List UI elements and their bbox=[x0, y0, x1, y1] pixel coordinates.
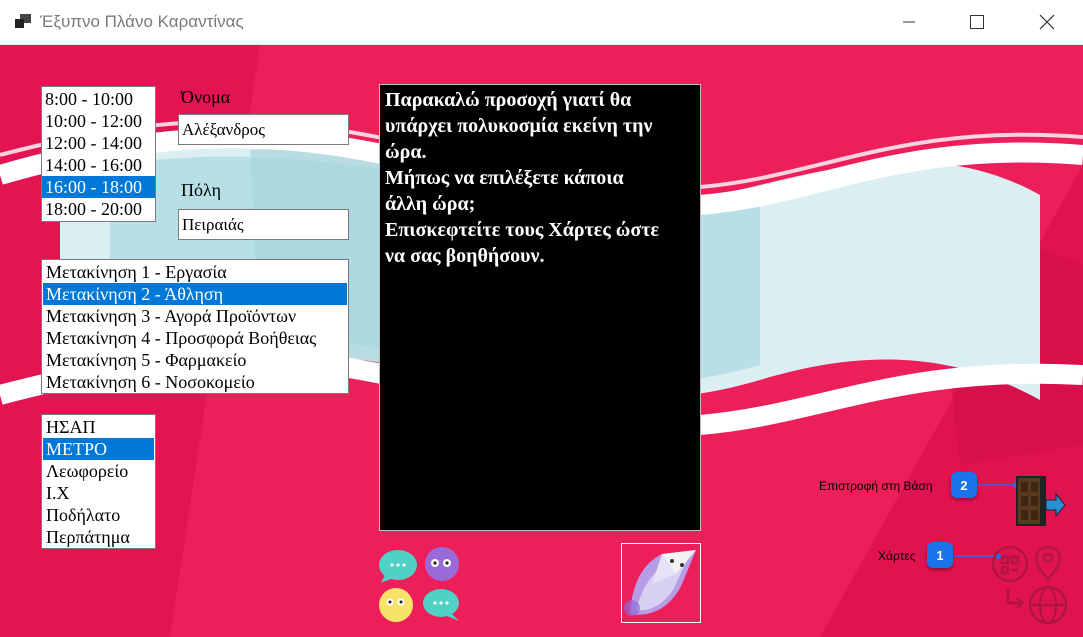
transport-item[interactable]: ΗΣΑΠ bbox=[43, 416, 154, 438]
movement-reason-item[interactable]: Μετακίνηση 5 - Φαρμακείο bbox=[43, 349, 347, 371]
movement-reason-item-selected[interactable]: Μετακίνηση 2 - Άθληση bbox=[43, 283, 347, 305]
message-line: να σας βοηθήσουν. bbox=[385, 245, 545, 267]
transport-item[interactable]: Λεωφορείο bbox=[43, 460, 154, 482]
movement-reason-item[interactable]: Μετακίνηση 4 - Προσφορά Βοήθειας bbox=[43, 327, 347, 349]
back-to-base-label: Επιστροφή στη Βάση bbox=[819, 479, 933, 493]
back-to-base-button[interactable] bbox=[976, 470, 1066, 530]
close-icon bbox=[1039, 14, 1055, 30]
message-line: Παρακαλώ προσοχή γιατί θα bbox=[385, 89, 632, 111]
maps-badge: 1 bbox=[927, 542, 953, 568]
transport-item[interactable]: Ποδήλατο bbox=[43, 504, 154, 526]
city-label: Πόλη bbox=[181, 180, 221, 200]
movement-reason-list[interactable]: Μετακίνηση 1 - Εργασία Μετακίνηση 2 - Άθ… bbox=[41, 259, 349, 394]
time-slot-list[interactable]: 8:00 - 10:00 10:00 - 12:00 12:00 - 14:00… bbox=[41, 86, 156, 222]
message-line: ώρα. bbox=[385, 141, 427, 163]
transport-item-selected[interactable]: ΜΕΤΡΟ bbox=[43, 438, 154, 460]
name-label: Όνομα bbox=[181, 87, 231, 107]
movement-reason-item[interactable]: Μετακίνηση 3 - Αγορά Προϊόντων bbox=[43, 305, 347, 327]
advice-message-panel: Παρακαλώ προσοχή γιατί θα υπάρχει πολυκο… bbox=[379, 84, 701, 531]
time-slot-item[interactable]: 10:00 - 12:00 bbox=[42, 110, 155, 132]
movement-reason-item[interactable]: Μετακίνηση 6 - Νοσοκομείο bbox=[43, 371, 347, 393]
paper-plane-icon bbox=[624, 550, 696, 616]
time-slot-item[interactable]: 18:00 - 20:00 bbox=[42, 198, 155, 220]
maximize-icon bbox=[970, 15, 984, 29]
map-location-icon bbox=[991, 545, 1068, 625]
paper-plane-picture bbox=[621, 543, 701, 623]
maps-label: Χάρτες bbox=[878, 549, 916, 563]
minimize-button[interactable] bbox=[886, 0, 932, 44]
transport-item[interactable]: Περπάτημα bbox=[43, 526, 154, 548]
movement-reason-item[interactable]: Μετακίνηση 1 - Εργασία bbox=[43, 261, 347, 283]
name-input[interactable]: Αλέξανδρος bbox=[178, 114, 349, 145]
city-input[interactable]: Πειραιάς bbox=[178, 209, 349, 240]
transport-list[interactable]: ΗΣΑΠ ΜΕΤΡΟ Λεωφορείο Ι.Χ Ποδήλατο Περπάτ… bbox=[41, 414, 156, 549]
back-to-base-badge: 2 bbox=[951, 472, 977, 498]
time-slot-item[interactable]: 14:00 - 16:00 bbox=[42, 154, 155, 176]
chat-stickers-icon bbox=[379, 547, 459, 622]
message-line: άλλη ώρα; bbox=[385, 193, 476, 215]
message-line: Μήπως να επιλέξετε κάποια bbox=[385, 167, 624, 189]
time-slot-item-selected[interactable]: 16:00 - 18:00 bbox=[42, 176, 155, 198]
main-panel: 8:00 - 10:00 10:00 - 12:00 12:00 - 14:00… bbox=[0, 45, 1083, 637]
close-button[interactable] bbox=[1024, 0, 1070, 44]
window-title: Έξυπνο Πλάνο Καραντίνας bbox=[40, 12, 244, 31]
app-icon bbox=[15, 14, 31, 28]
title-bar: Έξυπνο Πλάνο Καραντίνας bbox=[0, 0, 1083, 45]
transport-item[interactable]: Ι.Χ bbox=[43, 482, 154, 504]
message-line: Επισκεφτείτε τους Χάρτες ώστε bbox=[385, 219, 660, 241]
maximize-button[interactable] bbox=[954, 0, 1000, 44]
maps-button[interactable] bbox=[952, 545, 1072, 635]
minimize-icon bbox=[903, 21, 915, 23]
time-slot-item[interactable]: 8:00 - 10:00 bbox=[42, 88, 155, 110]
time-slot-item[interactable]: 12:00 - 14:00 bbox=[42, 132, 155, 154]
message-line: υπάρχει πολυκοσμία εκείνη την bbox=[385, 115, 653, 137]
